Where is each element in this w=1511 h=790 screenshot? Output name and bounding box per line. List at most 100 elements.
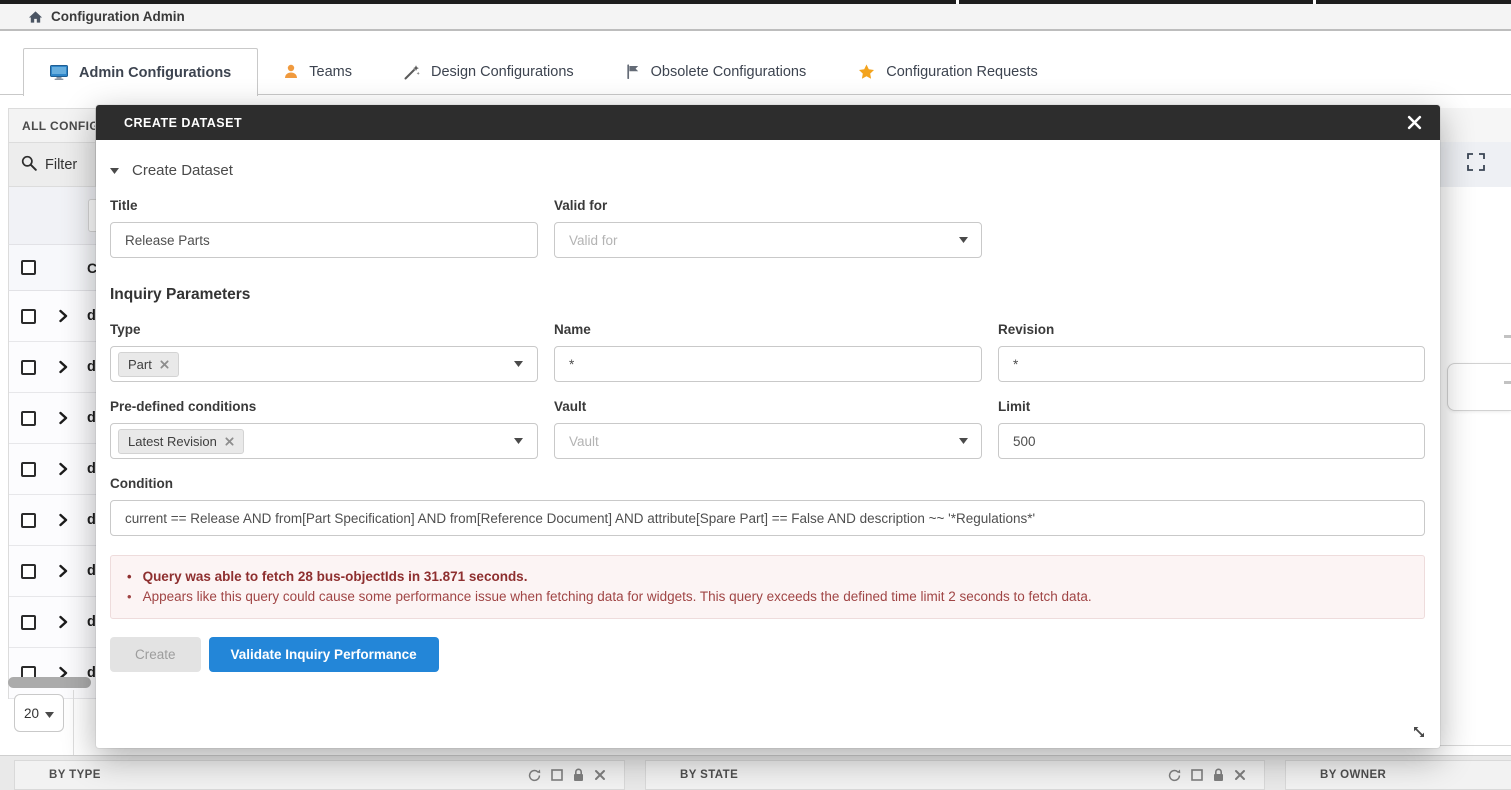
selected-chip: Latest Revision [118, 429, 244, 454]
table-toolbar-row [8, 187, 96, 244]
select-all-checkbox[interactable] [21, 260, 36, 275]
remove-chip-icon[interactable] [225, 437, 234, 446]
wand-icon [404, 64, 420, 80]
revision-label: Revision [998, 322, 1425, 337]
bullet: • [127, 587, 132, 607]
inquiry-parameters-heading: Inquiry Parameters [110, 286, 1440, 304]
title-input[interactable] [110, 222, 538, 258]
bullet: • [127, 567, 132, 587]
tab-configuration-requests[interactable]: Configuration Requests [832, 48, 1064, 95]
type-multiselect[interactable]: Part [110, 346, 538, 382]
limit-input[interactable] [998, 423, 1425, 459]
chevron-right-icon[interactable] [59, 310, 68, 323]
widget-header[interactable]: BY STATE [646, 761, 1264, 789]
scrollbar-mark [1504, 335, 1511, 338]
widget-header[interactable]: BY OWNER [1286, 761, 1511, 789]
create-dataset-section-toggle[interactable]: Create Dataset [110, 161, 1440, 179]
table-row[interactable]: d [9, 393, 96, 444]
caret-down-icon [959, 438, 968, 444]
row-checkbox[interactable] [21, 513, 36, 528]
chevron-right-icon[interactable] [59, 412, 68, 425]
chevron-right-icon[interactable] [59, 514, 68, 527]
condition-input[interactable] [110, 500, 1425, 536]
close-icon[interactable] [594, 769, 606, 781]
resize-handle-icon[interactable] [1411, 724, 1427, 740]
person-icon [284, 64, 298, 79]
fullscreen-icon[interactable] [1467, 153, 1485, 176]
predefined-conditions-label: Pre-defined conditions [110, 399, 538, 414]
home-icon[interactable] [28, 10, 43, 24]
selected-chip: Part [118, 352, 179, 377]
chevron-right-icon[interactable] [59, 463, 68, 476]
modal-header[interactable]: CREATE DATASET [96, 105, 1440, 140]
remove-chip-icon[interactable] [160, 360, 169, 369]
validate-inquiry-performance-button[interactable]: Validate Inquiry Performance [209, 637, 439, 672]
horizontal-scrollbar-thumb[interactable] [8, 677, 91, 688]
close-icon[interactable] [1407, 115, 1422, 130]
table-row[interactable]: d [9, 648, 96, 699]
close-icon[interactable] [1234, 769, 1246, 781]
chevron-right-icon[interactable] [59, 616, 68, 629]
app-header-bar: Configuration Admin [0, 4, 1511, 31]
tab-teams[interactable]: Teams [258, 48, 378, 95]
widget-panel-by-owner: BY OWNER [1285, 760, 1511, 790]
row-checkbox[interactable] [21, 360, 36, 375]
predefined-conditions-multiselect[interactable]: Latest Revision [110, 423, 538, 459]
table-row[interactable]: d [9, 444, 96, 495]
filter-bar[interactable]: Filter [8, 142, 96, 187]
maximize-icon[interactable] [551, 769, 563, 781]
refresh-icon[interactable] [528, 769, 541, 782]
row-checkbox[interactable] [21, 564, 36, 579]
side-flyout-fragment [1447, 363, 1511, 411]
lock-icon[interactable] [1213, 768, 1224, 782]
caret-down-icon [514, 361, 523, 367]
vault-label: Vault [554, 399, 982, 414]
caret-down-icon [514, 438, 523, 444]
table-row[interactable]: d [9, 291, 96, 342]
app-title: Configuration Admin [51, 9, 185, 24]
chevron-right-icon[interactable] [59, 361, 68, 374]
tab-bar: Admin Configurations Teams Design Config… [23, 48, 1064, 95]
table-row[interactable]: d [9, 342, 96, 393]
create-button[interactable]: Create [110, 637, 201, 672]
row-checkbox[interactable] [21, 309, 36, 324]
lock-icon[interactable] [573, 768, 584, 782]
condition-label: Condition [110, 476, 1425, 491]
row-checkbox[interactable] [21, 462, 36, 477]
title-label: Title [110, 198, 538, 213]
widget-header-icons [528, 768, 606, 782]
vault-select[interactable] [554, 423, 982, 459]
row-label: d [87, 461, 96, 477]
widget-title: BY STATE [680, 769, 738, 781]
table-toolbar-continuation [1440, 142, 1511, 187]
chevron-right-icon[interactable] [59, 565, 68, 578]
maximize-icon[interactable] [1191, 769, 1203, 781]
name-input[interactable] [554, 346, 982, 382]
widget-header-icons [1168, 768, 1246, 782]
tab-design-configurations[interactable]: Design Configurations [378, 48, 600, 95]
page-size-dropdown[interactable]: 20 [14, 694, 64, 732]
row-checkbox[interactable] [21, 615, 36, 630]
page-size-value: 20 [24, 706, 39, 721]
widget-header[interactable]: BY TYPE [15, 761, 624, 789]
tab-obsolete-configurations[interactable]: Obsolete Configurations [600, 48, 833, 95]
table-row[interactable]: d [9, 546, 96, 597]
row-checkbox[interactable] [21, 411, 36, 426]
table-row[interactable]: d [9, 495, 96, 546]
scrollbar-mark [1504, 381, 1511, 384]
caret-down-icon [959, 237, 968, 243]
create-dataset-modal: CREATE DATASET Create Dataset Title Vali… [96, 105, 1440, 748]
row-label: d [87, 410, 96, 426]
tab-admin-configurations[interactable]: Admin Configurations [23, 48, 258, 96]
content-edge-line [1440, 745, 1511, 746]
chip-label: Part [128, 357, 152, 372]
refresh-icon[interactable] [1168, 769, 1181, 782]
star-icon [858, 64, 875, 80]
table-row[interactable]: d [9, 597, 96, 648]
modal-title: CREATE DATASET [124, 116, 242, 130]
valid-for-select[interactable] [554, 222, 982, 258]
application-window: Configuration Admin Admin Configurations… [0, 0, 1511, 790]
section-title: Create Dataset [132, 162, 233, 179]
revision-input[interactable] [998, 346, 1425, 382]
caret-down-icon [110, 161, 119, 179]
